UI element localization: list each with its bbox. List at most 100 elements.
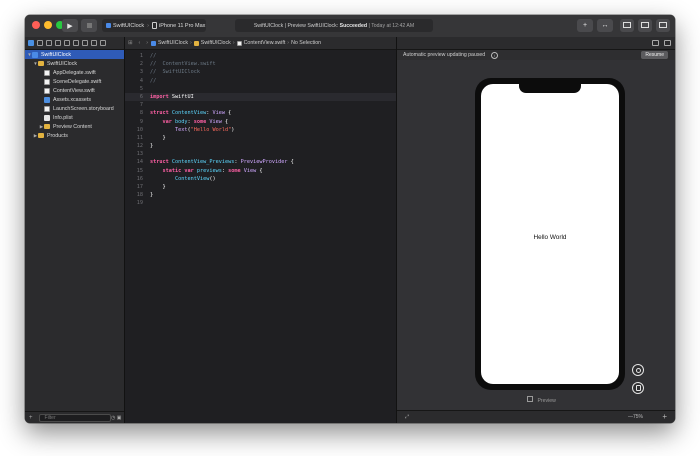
folder-icon bbox=[193, 40, 199, 46]
code-line[interactable]: 3 // SwiftUIClock bbox=[125, 68, 396, 76]
code-line[interactable]: 10 Text("Hello World") bbox=[125, 126, 396, 134]
code-token: PreviewProvider bbox=[240, 159, 288, 166]
back-arrow-icon[interactable]: ‹ bbox=[138, 40, 140, 46]
report-navigator-icon[interactable] bbox=[100, 40, 106, 46]
code-line[interactable]: 16 ContentView() bbox=[125, 175, 396, 183]
line-number: 1 bbox=[139, 53, 143, 59]
recent-files-icon[interactable]: ◷ ▣ bbox=[111, 415, 121, 421]
folder-navigator-icon[interactable] bbox=[28, 40, 34, 46]
line-number: 6 bbox=[139, 93, 143, 100]
file-tree: ▼ SwiftUIClock ▼ SwiftUIClock AppDelegat… bbox=[25, 50, 124, 140]
code-line[interactable]: 17 } bbox=[125, 183, 396, 191]
project-icon bbox=[150, 40, 156, 46]
code-line[interactable]: 1 // bbox=[125, 52, 396, 60]
code-token: ContentView bbox=[168, 110, 207, 117]
minimize-window-button[interactable] bbox=[44, 21, 52, 29]
debug-panel-icon bbox=[641, 22, 649, 28]
issue-navigator-icon[interactable] bbox=[64, 40, 70, 46]
breadcrumb-label: No Selection bbox=[291, 40, 322, 46]
info-icon[interactable]: i bbox=[491, 51, 499, 59]
code-token: () bbox=[209, 175, 216, 182]
code-token: ContentView bbox=[175, 175, 210, 182]
add-file-button[interactable]: + bbox=[29, 415, 33, 421]
preview-on-device-button[interactable] bbox=[632, 382, 644, 394]
tree-item-label: LaunchScreen.storyboard bbox=[53, 105, 114, 112]
tree-item-group[interactable]: ▼ SwiftUIClock bbox=[25, 59, 124, 68]
symbol-navigator-icon[interactable] bbox=[46, 40, 52, 46]
tree-item-file[interactable]: LaunchScreen.storyboard bbox=[25, 104, 124, 113]
zoom-in-button[interactable]: + bbox=[662, 412, 667, 421]
tree-item-file[interactable]: SceneDelegate.swift bbox=[25, 77, 124, 86]
code-line[interactable]: 19 bbox=[125, 199, 396, 207]
tree-item-project[interactable]: ▼ SwiftUIClock bbox=[25, 50, 124, 59]
code-line[interactable]: 12} bbox=[125, 142, 396, 150]
stop-button[interactable] bbox=[81, 19, 97, 32]
tree-item-file[interactable]: Assets.xcassets bbox=[25, 95, 124, 104]
code-token: } bbox=[150, 184, 166, 190]
scheme-selector[interactable]: SwiftUIClock › iPhone 11 Pro Max bbox=[102, 19, 206, 32]
preview-label-icon bbox=[527, 396, 533, 402]
code-token: // ContentView.swift bbox=[150, 61, 216, 68]
forward-arrow-icon[interactable]: › bbox=[146, 40, 148, 46]
library-button[interactable]: + bbox=[577, 19, 593, 32]
code-line[interactable]: 8 struct ContentView: View { bbox=[125, 109, 396, 117]
code-line[interactable]: 2 // ContentView.swift bbox=[125, 60, 396, 68]
device-screen[interactable]: Hello World bbox=[481, 84, 619, 384]
toggle-navigator-button[interactable] bbox=[620, 19, 634, 32]
code-review-button[interactable]: ↔ bbox=[597, 19, 613, 32]
code-token: // bbox=[150, 77, 157, 84]
code-token: struct bbox=[150, 159, 169, 166]
filter-field[interactable]: Filter ◷ ▣ bbox=[38, 413, 122, 422]
tree-item-label: Assets.xcassets bbox=[53, 96, 91, 103]
add-editor-icon[interactable] bbox=[652, 40, 659, 46]
code-line[interactable]: 13 bbox=[125, 150, 396, 158]
tree-item-group[interactable]: ▶ Preview Content bbox=[25, 122, 124, 131]
breadcrumb-group[interactable]: SwiftUIClock bbox=[193, 40, 231, 46]
debug-navigator-icon[interactable] bbox=[82, 40, 88, 46]
chevron-right-icon: › bbox=[190, 40, 192, 46]
resume-button[interactable]: Resume bbox=[641, 51, 668, 59]
line-number: 8 bbox=[139, 110, 143, 117]
close-window-button[interactable] bbox=[32, 21, 40, 29]
breadcrumb-symbol[interactable]: No Selection bbox=[291, 40, 321, 46]
folder-icon bbox=[44, 124, 50, 129]
live-preview-button[interactable] bbox=[632, 364, 644, 376]
tree-item-group[interactable]: ▶ Products bbox=[25, 131, 124, 140]
code-line[interactable]: 4 // bbox=[125, 77, 396, 85]
test-navigator-icon[interactable] bbox=[73, 40, 79, 46]
code-area[interactable]: 1 // 2 // ContentView.swift 3 // SwiftUIClock… bbox=[125, 50, 396, 208]
code-line[interactable]: 5 bbox=[125, 85, 396, 93]
line-number: 18 bbox=[136, 192, 143, 199]
status-result: Succeeded bbox=[339, 22, 368, 29]
toggle-inspector-button[interactable] bbox=[656, 19, 670, 32]
breakpoint-navigator-icon[interactable] bbox=[91, 40, 97, 46]
code-line[interactable]: 9 var body: some View { bbox=[125, 118, 396, 126]
navigator-panel-icon bbox=[623, 22, 631, 28]
code-line[interactable]: 18} bbox=[125, 191, 396, 199]
pin-icon[interactable]: ⤢ bbox=[405, 414, 409, 420]
related-items-icon[interactable]: ⊞ bbox=[128, 40, 132, 46]
split-editor-icon[interactable] bbox=[664, 40, 671, 46]
code-line[interactable]: 14 struct ContentView_Previews: PreviewPr… bbox=[125, 158, 396, 166]
toggle-debug-area-button[interactable] bbox=[638, 19, 652, 32]
breadcrumb-file[interactable]: ContentView.swift bbox=[236, 40, 285, 46]
find-navigator-icon[interactable] bbox=[55, 40, 61, 46]
zoom-level[interactable]: —75% bbox=[628, 414, 643, 420]
code-token: View bbox=[212, 110, 225, 117]
swift-file-icon bbox=[44, 78, 50, 85]
tree-item-file[interactable]: ContentView.swift bbox=[25, 86, 124, 95]
code-token: body bbox=[171, 118, 188, 125]
tree-item-file[interactable]: Info.plist bbox=[25, 113, 124, 122]
code-line[interactable]: 7 bbox=[125, 101, 396, 109]
inspector-panel-icon bbox=[659, 22, 667, 28]
breadcrumb-project[interactable]: SwiftUIClock bbox=[150, 40, 188, 46]
code-line[interactable]: 6 import SwiftUI bbox=[125, 92, 396, 102]
tree-item-file[interactable]: AppDelegate.swift bbox=[25, 68, 124, 77]
play-icon: ▶ bbox=[67, 22, 73, 30]
code-token: // bbox=[150, 53, 157, 59]
code-line[interactable]: 11 } bbox=[125, 134, 396, 142]
source-control-icon[interactable] bbox=[37, 40, 43, 46]
run-button[interactable]: ▶ bbox=[62, 19, 78, 32]
code-line[interactable]: 15 static var previews: some View { bbox=[125, 167, 396, 175]
